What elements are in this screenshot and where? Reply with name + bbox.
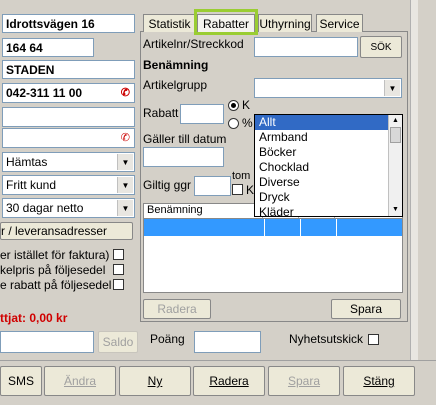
customer-type-select[interactable]: Fritt kund ▼ [2,175,135,195]
new-button[interactable]: Ny [119,366,191,396]
scroll-down-icon[interactable]: ▼ [389,204,402,216]
chevron-down-icon[interactable]: ▼ [117,200,133,216]
payment-terms-value: 30 dagar netto [6,201,84,215]
tab-statistik-label: Statistik [148,16,191,31]
delete-label: Radera [209,374,249,388]
option-2-checkbox[interactable] [113,264,124,275]
outer-scrollbar[interactable] [410,0,418,360]
option-1-label: er istället för faktura) [0,248,110,262]
radio-percent-label: % [242,116,253,130]
search-button-label: SÖK [370,41,392,53]
discount-label: Rabatt [143,106,179,120]
valid-times-label: Giltig ggr [143,178,192,192]
save-discount-label: Spara [349,302,383,316]
close-button[interactable]: Stäng [343,366,415,396]
save-discount-button[interactable]: Spara [331,299,401,319]
table-row[interactable] [144,219,402,236]
empty-checkbox-label: K [246,183,255,197]
tab-uthyrning[interactable]: Uthyrning [258,14,312,32]
customer-type-value: Fritt kund [6,178,57,192]
delivery-addresses-label: r / leveransadresser [1,224,108,238]
sms-button[interactable]: SMS [0,366,42,396]
sms-label: SMS [7,374,34,388]
list-item[interactable]: Dryck [255,190,402,205]
saldo-button[interactable]: Saldo [98,331,138,353]
name-label: Benämning [143,58,209,72]
tab-statistik[interactable]: Statistik [143,14,196,32]
option-3-label: e rabatt på följesedel [0,278,112,292]
delete-button[interactable]: Radera [193,366,265,396]
list-item[interactable]: Chocklad [255,160,402,175]
edit-button[interactable]: Ändra [44,366,116,396]
list-item[interactable]: Diverse [255,175,402,190]
points-field[interactable] [194,331,261,353]
table-header-name[interactable]: Benämning [147,204,262,218]
tab-service[interactable]: Service [316,14,363,32]
delivery-addresses-button[interactable]: r / leveransadresser [0,222,133,240]
new-label: Ny [147,374,163,388]
saldo-label: Saldo [102,335,134,349]
newsletter-checkbox[interactable] [368,334,379,345]
radio-kr[interactable] [228,100,239,111]
valid-until-label: Gäller till datum [143,132,227,146]
scroll-up-icon[interactable]: ▲ [389,115,402,127]
group-select[interactable]: ▼ [254,78,402,98]
chevron-down-icon[interactable]: ▼ [117,154,133,170]
delete-discount-button[interactable]: Radera [143,299,211,319]
chevron-down-icon[interactable]: ▼ [117,177,133,193]
group-label: Artikelgrupp [143,78,208,92]
scroll-thumb[interactable] [390,127,401,143]
phone-value: 042-311 11 00 [6,86,83,100]
article-input[interactable] [254,37,358,57]
list-item[interactable]: Allt [255,115,388,130]
radio-percent[interactable] [228,118,239,129]
extra-phone-field[interactable]: ✆ [2,128,135,148]
group-dropdown-list: Allt Armband Böcker Chocklad Diverse Dry… [254,114,403,220]
close-label: Stäng [363,374,395,388]
option-1-checkbox[interactable] [113,249,124,260]
delete-discount-label: Radera [157,302,197,316]
extra-dial-icon[interactable]: ✆ [121,131,130,144]
search-button[interactable]: SÖK [360,36,402,58]
tab-highlight [194,9,258,35]
edit-label: Ändra [63,374,97,388]
option-2-label: kelpris på följesedel [0,263,106,277]
phone-field[interactable]: 042-311 11 00 ✆ [2,83,135,103]
payment-terms-select[interactable]: 30 dagar netto ▼ [2,198,135,218]
address-field[interactable]: Idrottsvägen 16 [2,14,135,33]
points-label: Poäng [150,332,185,346]
save-button[interactable]: Spara [268,366,340,396]
dropdown-scrollbar[interactable]: ▲ ▼ [388,115,402,216]
valid-times-input[interactable] [194,176,231,196]
delivery-select[interactable]: Hämtas ▼ [2,152,135,172]
extra-field[interactable] [2,107,135,127]
list-item[interactable]: Böcker [255,145,402,160]
list-item[interactable]: Kläder [255,205,402,220]
empty-label: tom [232,170,251,182]
save-label: Spara [287,374,321,388]
article-label: Artikelnr/Streckkod [143,37,244,51]
discount-input[interactable] [180,104,224,124]
saldo-field [0,331,94,353]
city-field[interactable]: STADEN [2,60,135,79]
zip-field[interactable]: 164 64 [2,38,94,57]
phone-dial-icon[interactable]: ✆ [121,86,130,99]
valid-until-input[interactable] [143,147,224,167]
tab-service-label: Service [319,16,360,31]
option-3-checkbox[interactable] [113,279,124,290]
list-item[interactable]: Armband [255,130,402,145]
radio-kr-label: K [242,98,251,112]
tab-uthyrning-label: Uthyrning [259,16,311,31]
newsletter-label: Nyhetsutskick [289,332,364,346]
chevron-down-icon[interactable]: ▼ [384,80,400,96]
debt-label: ttjat: 0,00 kr [0,311,68,325]
empty-checkbox[interactable] [232,184,243,195]
delivery-value: Hämtas [6,155,48,169]
